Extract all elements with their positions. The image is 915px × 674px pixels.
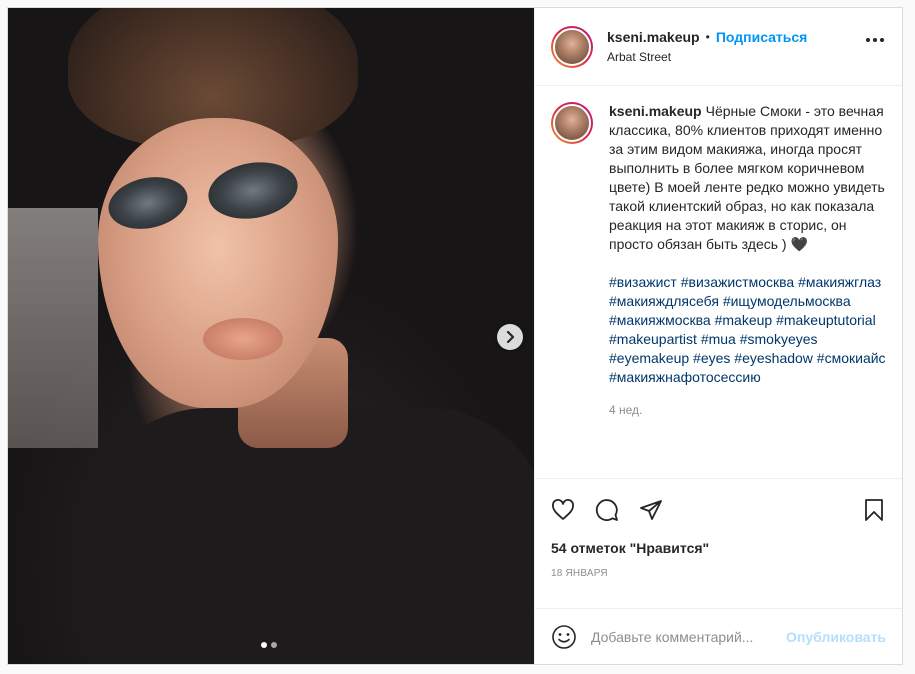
caption-username[interactable]: kseni.makeup xyxy=(609,103,702,119)
chevron-right-icon xyxy=(506,331,515,343)
comment-bar: Опубликовать xyxy=(535,608,902,664)
action-bar xyxy=(535,478,902,540)
post-location[interactable]: Arbat Street xyxy=(607,50,807,64)
avatar[interactable] xyxy=(551,25,593,68)
post-photo[interactable] xyxy=(8,8,534,664)
caption-avatar[interactable] xyxy=(551,102,593,144)
background-shelf xyxy=(8,208,98,448)
post-sidebar: kseni.makeup • Подписаться Arbat Street … xyxy=(534,8,902,664)
lips xyxy=(203,318,283,360)
post-header: kseni.makeup • Подписаться Arbat Street xyxy=(535,8,902,86)
separator-bullet: • xyxy=(705,30,710,44)
time-ago[interactable]: 4 нед. xyxy=(609,401,886,420)
publish-button[interactable]: Опубликовать xyxy=(786,629,886,645)
carousel-dots xyxy=(261,642,277,648)
more-icon xyxy=(866,38,870,42)
carousel-dot xyxy=(271,642,277,648)
caption-text: Чёрные Смоки - это вечная классика, 80% … xyxy=(609,103,885,252)
bookmark-icon[interactable] xyxy=(862,498,886,522)
more-options-button[interactable] xyxy=(866,38,884,42)
caption-area: kseni.makeup Чёрные Смоки - это вечная кл… xyxy=(535,86,902,478)
avatar-image xyxy=(553,104,591,142)
author-username[interactable]: kseni.makeup xyxy=(607,29,700,45)
share-icon[interactable] xyxy=(639,498,663,522)
emoji-icon[interactable] xyxy=(551,624,577,650)
comment-icon[interactable] xyxy=(595,498,619,522)
carousel-next-button[interactable] xyxy=(497,324,523,350)
carousel-dot-active xyxy=(261,642,267,648)
caption: kseni.makeup Чёрные Смоки - это вечная кл… xyxy=(609,102,886,478)
hashtags[interactable]: #визажист #визажистмосква #макияжглаз #м… xyxy=(609,273,886,387)
likes-count[interactable]: 54 отметок "Нравится" xyxy=(535,540,902,562)
comment-input[interactable] xyxy=(591,628,787,645)
follow-button[interactable]: Подписаться xyxy=(716,29,808,45)
post-date[interactable]: 18 ЯНВАРЯ xyxy=(535,568,902,608)
avatar-image xyxy=(553,27,591,66)
post-card: kseni.makeup • Подписаться Arbat Street … xyxy=(7,7,903,665)
heart-icon[interactable] xyxy=(551,498,575,522)
face xyxy=(98,118,338,408)
author-info: kseni.makeup • Подписаться Arbat Street xyxy=(607,29,807,64)
